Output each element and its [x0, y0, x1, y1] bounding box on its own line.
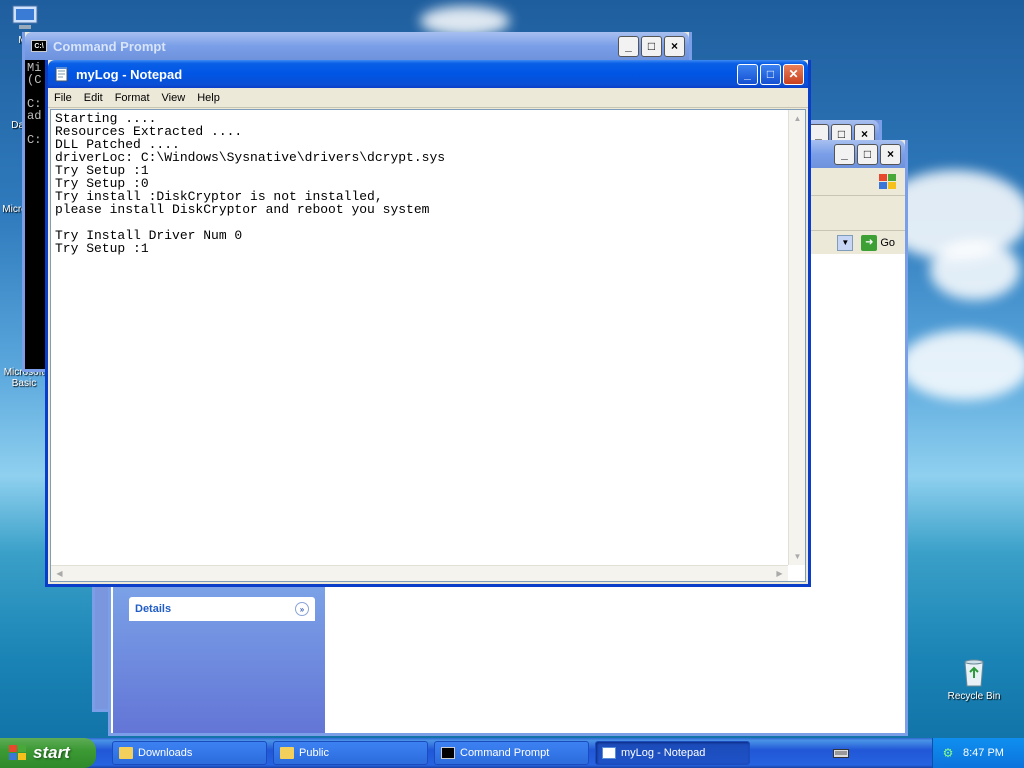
folder-icon	[119, 747, 133, 759]
cmd-title: Command Prompt	[53, 38, 166, 54]
cmd-icon: C:\	[31, 40, 47, 52]
computer-icon	[12, 5, 38, 29]
scroll-down-arrow-icon[interactable]: ▼	[790, 549, 805, 564]
notepad-editor[interactable]: Starting .... Resources Extracted .... D…	[50, 109, 806, 582]
desktop-icon-recycle-bin[interactable]: Recycle Bin	[939, 656, 1009, 702]
taskbar: start Downloads Public Command Prompt my…	[0, 738, 1024, 768]
notepad-text-content[interactable]: Starting .... Resources Extracted .... D…	[55, 112, 785, 563]
notepad-titlebar[interactable]: myLog - Notepad _ □ ✕	[48, 60, 808, 88]
windows-flag-icon	[9, 745, 26, 760]
notepad-window[interactable]: myLog - Notepad _ □ ✕ File Edit Format V…	[45, 60, 811, 587]
desktop-icon-label: Recycle Bin	[947, 691, 1001, 702]
menu-file[interactable]: File	[48, 92, 78, 104]
minimize-button[interactable]: _	[737, 63, 758, 85]
notepad-title: myLog - Notepad	[76, 66, 183, 82]
taskbar-item-label: Command Prompt	[460, 747, 550, 759]
menu-view[interactable]: View	[156, 92, 192, 104]
folder-icon	[280, 747, 294, 759]
go-button[interactable]: ➜ Go	[857, 234, 899, 251]
cloud	[900, 330, 1024, 400]
details-panel-header[interactable]: Details »	[129, 597, 315, 621]
clock[interactable]: 8:47 PM	[963, 747, 1004, 759]
windows-logo-icon	[879, 174, 896, 189]
scroll-left-arrow-icon[interactable]: ◀	[52, 566, 67, 581]
scroll-up-arrow-icon[interactable]: ▲	[790, 111, 805, 126]
explorer-task-pane: Details »	[113, 585, 325, 733]
cmd-titlebar[interactable]: C:\ Command Prompt _ □ ×	[25, 32, 689, 60]
start-button[interactable]: start	[0, 738, 96, 768]
taskbar-item-label: myLog - Notepad	[621, 747, 706, 759]
notepad-icon	[602, 747, 616, 759]
close-button[interactable]: ×	[664, 35, 685, 57]
maximize-button[interactable]: □	[760, 63, 781, 85]
system-tray: ⚙ 8:47 PM	[932, 738, 1024, 768]
close-button[interactable]: ✕	[783, 63, 804, 85]
close-button[interactable]: ×	[880, 143, 901, 165]
taskbar-item-notepad[interactable]: myLog - Notepad	[595, 741, 750, 765]
expand-chevron-icon[interactable]: »	[295, 602, 309, 616]
cmd-icon	[441, 747, 455, 759]
notepad-menubar: File Edit Format View Help	[48, 88, 808, 108]
taskbar-item-public[interactable]: Public	[273, 741, 428, 765]
maximize-button[interactable]: □	[857, 143, 878, 165]
recycle-bin-icon	[964, 659, 984, 687]
menu-edit[interactable]: Edit	[78, 92, 109, 104]
notepad-icon	[55, 67, 68, 82]
menu-format[interactable]: Format	[109, 92, 156, 104]
details-label: Details	[135, 603, 172, 615]
network-icon[interactable]: ⚙	[941, 746, 955, 760]
scroll-right-arrow-icon[interactable]: ▶	[772, 566, 787, 581]
vertical-scrollbar[interactable]: ▲ ▼	[788, 110, 805, 565]
keyboard-icon[interactable]	[829, 738, 853, 768]
address-dropdown-button[interactable]: ▼	[837, 234, 854, 251]
maximize-button[interactable]: □	[641, 35, 662, 57]
taskbar-item-downloads[interactable]: Downloads	[112, 741, 267, 765]
menu-help[interactable]: Help	[191, 92, 226, 104]
minimize-button[interactable]: _	[618, 35, 639, 57]
taskbar-item-label: Public	[299, 747, 329, 759]
taskbar-item-label: Downloads	[138, 747, 193, 759]
cloud	[930, 240, 1020, 300]
go-arrow-icon: ➜	[861, 234, 878, 251]
go-label: Go	[880, 236, 895, 249]
horizontal-scrollbar[interactable]: ◀ ▶	[51, 565, 788, 581]
start-label: start	[33, 743, 70, 762]
minimize-button[interactable]: _	[834, 143, 855, 165]
taskbar-item-command-prompt[interactable]: Command Prompt	[434, 741, 589, 765]
